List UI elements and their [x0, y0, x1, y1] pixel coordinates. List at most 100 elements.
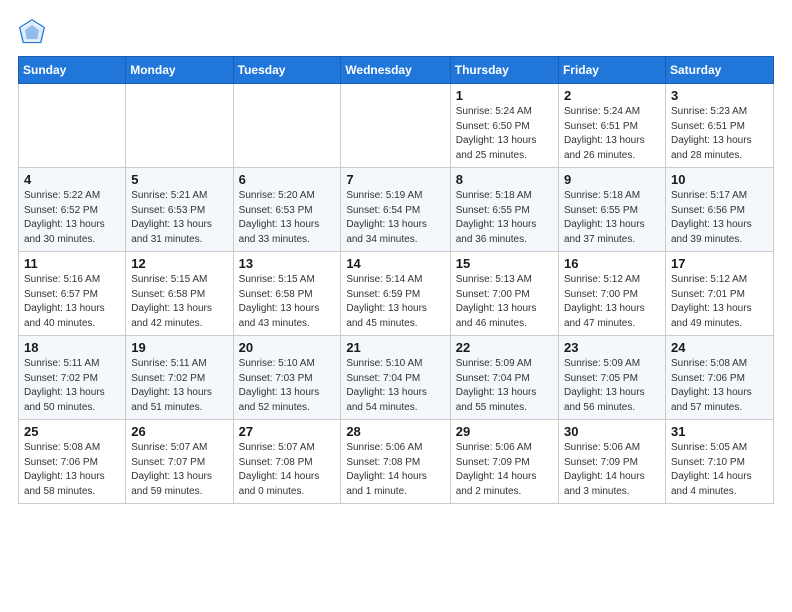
calendar-cell	[233, 84, 341, 168]
day-info: Sunrise: 5:20 AM Sunset: 6:53 PM Dayligh…	[239, 189, 336, 247]
day-info: Sunrise: 5:06 AM Sunset: 7:09 PM Dayligh…	[456, 441, 553, 499]
calendar-cell: 26Sunrise: 5:07 AM Sunset: 7:07 PM Dayli…	[126, 420, 233, 504]
calendar-cell	[341, 84, 450, 168]
day-info: Sunrise: 5:18 AM Sunset: 6:55 PM Dayligh…	[564, 189, 660, 247]
weekday-header: Wednesday	[341, 57, 450, 84]
day-info: Sunrise: 5:24 AM Sunset: 6:51 PM Dayligh…	[564, 105, 660, 163]
day-number: 15	[456, 256, 553, 271]
day-number: 5	[131, 172, 227, 187]
calendar-week-row: 4 Sunrise: 5:22 AM Sunset: 6:52 PM Daylig…	[19, 168, 774, 252]
calendar-cell: 30Sunrise: 5:06 AM Sunset: 7:09 PM Dayli…	[558, 420, 665, 504]
calendar-cell: 15 Sunrise: 5:13 AM Sunset: 7:00 PM Dayli…	[450, 252, 558, 336]
day-info: Sunrise: 5:11 AM Sunset: 7:02 PM Dayligh…	[24, 357, 120, 415]
weekday-header: Friday	[558, 57, 665, 84]
day-number: 7	[346, 172, 444, 187]
calendar-header-row: SundayMondayTuesdayWednesdayThursdayFrid…	[19, 57, 774, 84]
day-number: 2	[564, 88, 660, 103]
day-number: 22	[456, 340, 553, 355]
calendar-cell: 5 Sunrise: 5:21 AM Sunset: 6:53 PM Daylig…	[126, 168, 233, 252]
calendar-cell: 16 Sunrise: 5:12 AM Sunset: 7:00 PM Dayli…	[558, 252, 665, 336]
day-info: Sunrise: 5:17 AM Sunset: 6:56 PM Dayligh…	[671, 189, 768, 247]
day-number: 14	[346, 256, 444, 271]
day-info: Sunrise: 5:12 AM Sunset: 7:00 PM Dayligh…	[564, 273, 660, 331]
calendar-cell: 27 Sunrise: 5:07 AM Sunset: 7:08 PM Dayli…	[233, 420, 341, 504]
day-number: 29	[456, 424, 553, 439]
day-number: 25	[24, 424, 120, 439]
calendar-cell: 8 Sunrise: 5:18 AM Sunset: 6:55 PM Daylig…	[450, 168, 558, 252]
day-number: 21	[346, 340, 444, 355]
day-number: 6	[239, 172, 336, 187]
calendar-cell: 25Sunrise: 5:08 AM Sunset: 7:06 PM Dayli…	[19, 420, 126, 504]
day-info: Sunrise: 5:23 AM Sunset: 6:51 PM Dayligh…	[671, 105, 768, 163]
day-info: Sunrise: 5:15 AM Sunset: 6:58 PM Dayligh…	[131, 273, 227, 331]
calendar-cell: 14 Sunrise: 5:14 AM Sunset: 6:59 PM Dayli…	[341, 252, 450, 336]
calendar-cell: 3Sunrise: 5:23 AM Sunset: 6:51 PM Daylig…	[665, 84, 773, 168]
day-info: Sunrise: 5:08 AM Sunset: 7:06 PM Dayligh…	[671, 357, 768, 415]
day-number: 10	[671, 172, 768, 187]
day-number: 28	[346, 424, 444, 439]
day-info: Sunrise: 5:16 AM Sunset: 6:57 PM Dayligh…	[24, 273, 120, 331]
day-info: Sunrise: 5:21 AM Sunset: 6:53 PM Dayligh…	[131, 189, 227, 247]
day-number: 16	[564, 256, 660, 271]
calendar-week-row: 25Sunrise: 5:08 AM Sunset: 7:06 PM Dayli…	[19, 420, 774, 504]
calendar-cell: 24 Sunrise: 5:08 AM Sunset: 7:06 PM Dayli…	[665, 336, 773, 420]
calendar-cell: 31 Sunrise: 5:05 AM Sunset: 7:10 PM Dayli…	[665, 420, 773, 504]
calendar-cell: 2 Sunrise: 5:24 AM Sunset: 6:51 PM Daylig…	[558, 84, 665, 168]
day-info: Sunrise: 5:06 AM Sunset: 7:09 PM Dayligh…	[564, 441, 660, 499]
day-info: Sunrise: 5:18 AM Sunset: 6:55 PM Dayligh…	[456, 189, 553, 247]
weekday-header: Saturday	[665, 57, 773, 84]
day-number: 13	[239, 256, 336, 271]
day-number: 4	[24, 172, 120, 187]
day-number: 1	[456, 88, 553, 103]
calendar-cell: 23Sunrise: 5:09 AM Sunset: 7:05 PM Dayli…	[558, 336, 665, 420]
calendar-cell: 17Sunrise: 5:12 AM Sunset: 7:01 PM Dayli…	[665, 252, 773, 336]
day-info: Sunrise: 5:24 AM Sunset: 6:50 PM Dayligh…	[456, 105, 553, 163]
calendar-cell: 7 Sunrise: 5:19 AM Sunset: 6:54 PM Daylig…	[341, 168, 450, 252]
weekday-header: Sunday	[19, 57, 126, 84]
day-info: Sunrise: 5:15 AM Sunset: 6:58 PM Dayligh…	[239, 273, 336, 331]
weekday-header: Thursday	[450, 57, 558, 84]
day-info: Sunrise: 5:22 AM Sunset: 6:52 PM Dayligh…	[24, 189, 120, 247]
day-info: Sunrise: 5:10 AM Sunset: 7:04 PM Dayligh…	[346, 357, 444, 415]
day-info: Sunrise: 5:07 AM Sunset: 7:08 PM Dayligh…	[239, 441, 336, 499]
calendar-cell: 29 Sunrise: 5:06 AM Sunset: 7:09 PM Dayli…	[450, 420, 558, 504]
day-number: 19	[131, 340, 227, 355]
calendar-cell: 18Sunrise: 5:11 AM Sunset: 7:02 PM Dayli…	[19, 336, 126, 420]
calendar-cell: 1 Sunrise: 5:24 AM Sunset: 6:50 PM Daylig…	[450, 84, 558, 168]
day-number: 24	[671, 340, 768, 355]
day-info: Sunrise: 5:09 AM Sunset: 7:05 PM Dayligh…	[564, 357, 660, 415]
day-number: 26	[131, 424, 227, 439]
header	[18, 18, 774, 46]
day-number: 9	[564, 172, 660, 187]
calendar-cell: 28Sunrise: 5:06 AM Sunset: 7:08 PM Dayli…	[341, 420, 450, 504]
weekday-header: Monday	[126, 57, 233, 84]
calendar-cell: 6 Sunrise: 5:20 AM Sunset: 6:53 PM Daylig…	[233, 168, 341, 252]
calendar-week-row: 18Sunrise: 5:11 AM Sunset: 7:02 PM Dayli…	[19, 336, 774, 420]
calendar-cell	[126, 84, 233, 168]
calendar-cell: 22Sunrise: 5:09 AM Sunset: 7:04 PM Dayli…	[450, 336, 558, 420]
day-info: Sunrise: 5:12 AM Sunset: 7:01 PM Dayligh…	[671, 273, 768, 331]
calendar-week-row: 1 Sunrise: 5:24 AM Sunset: 6:50 PM Daylig…	[19, 84, 774, 168]
calendar-cell: 19 Sunrise: 5:11 AM Sunset: 7:02 PM Dayli…	[126, 336, 233, 420]
day-info: Sunrise: 5:05 AM Sunset: 7:10 PM Dayligh…	[671, 441, 768, 499]
calendar-table: SundayMondayTuesdayWednesdayThursdayFrid…	[18, 56, 774, 504]
day-number: 20	[239, 340, 336, 355]
calendar-cell	[19, 84, 126, 168]
day-info: Sunrise: 5:11 AM Sunset: 7:02 PM Dayligh…	[131, 357, 227, 415]
day-number: 27	[239, 424, 336, 439]
day-number: 31	[671, 424, 768, 439]
logo	[18, 18, 48, 46]
calendar-cell: 11 Sunrise: 5:16 AM Sunset: 6:57 PM Dayli…	[19, 252, 126, 336]
calendar-week-row: 11 Sunrise: 5:16 AM Sunset: 6:57 PM Dayli…	[19, 252, 774, 336]
page: SundayMondayTuesdayWednesdayThursdayFrid…	[0, 0, 792, 514]
day-number: 12	[131, 256, 227, 271]
day-info: Sunrise: 5:10 AM Sunset: 7:03 PM Dayligh…	[239, 357, 336, 415]
day-info: Sunrise: 5:14 AM Sunset: 6:59 PM Dayligh…	[346, 273, 444, 331]
day-number: 8	[456, 172, 553, 187]
day-number: 11	[24, 256, 120, 271]
calendar-cell: 10 Sunrise: 5:17 AM Sunset: 6:56 PM Dayli…	[665, 168, 773, 252]
day-info: Sunrise: 5:13 AM Sunset: 7:00 PM Dayligh…	[456, 273, 553, 331]
calendar-cell: 13 Sunrise: 5:15 AM Sunset: 6:58 PM Dayli…	[233, 252, 341, 336]
calendar-cell: 9 Sunrise: 5:18 AM Sunset: 6:55 PM Daylig…	[558, 168, 665, 252]
day-info: Sunrise: 5:19 AM Sunset: 6:54 PM Dayligh…	[346, 189, 444, 247]
